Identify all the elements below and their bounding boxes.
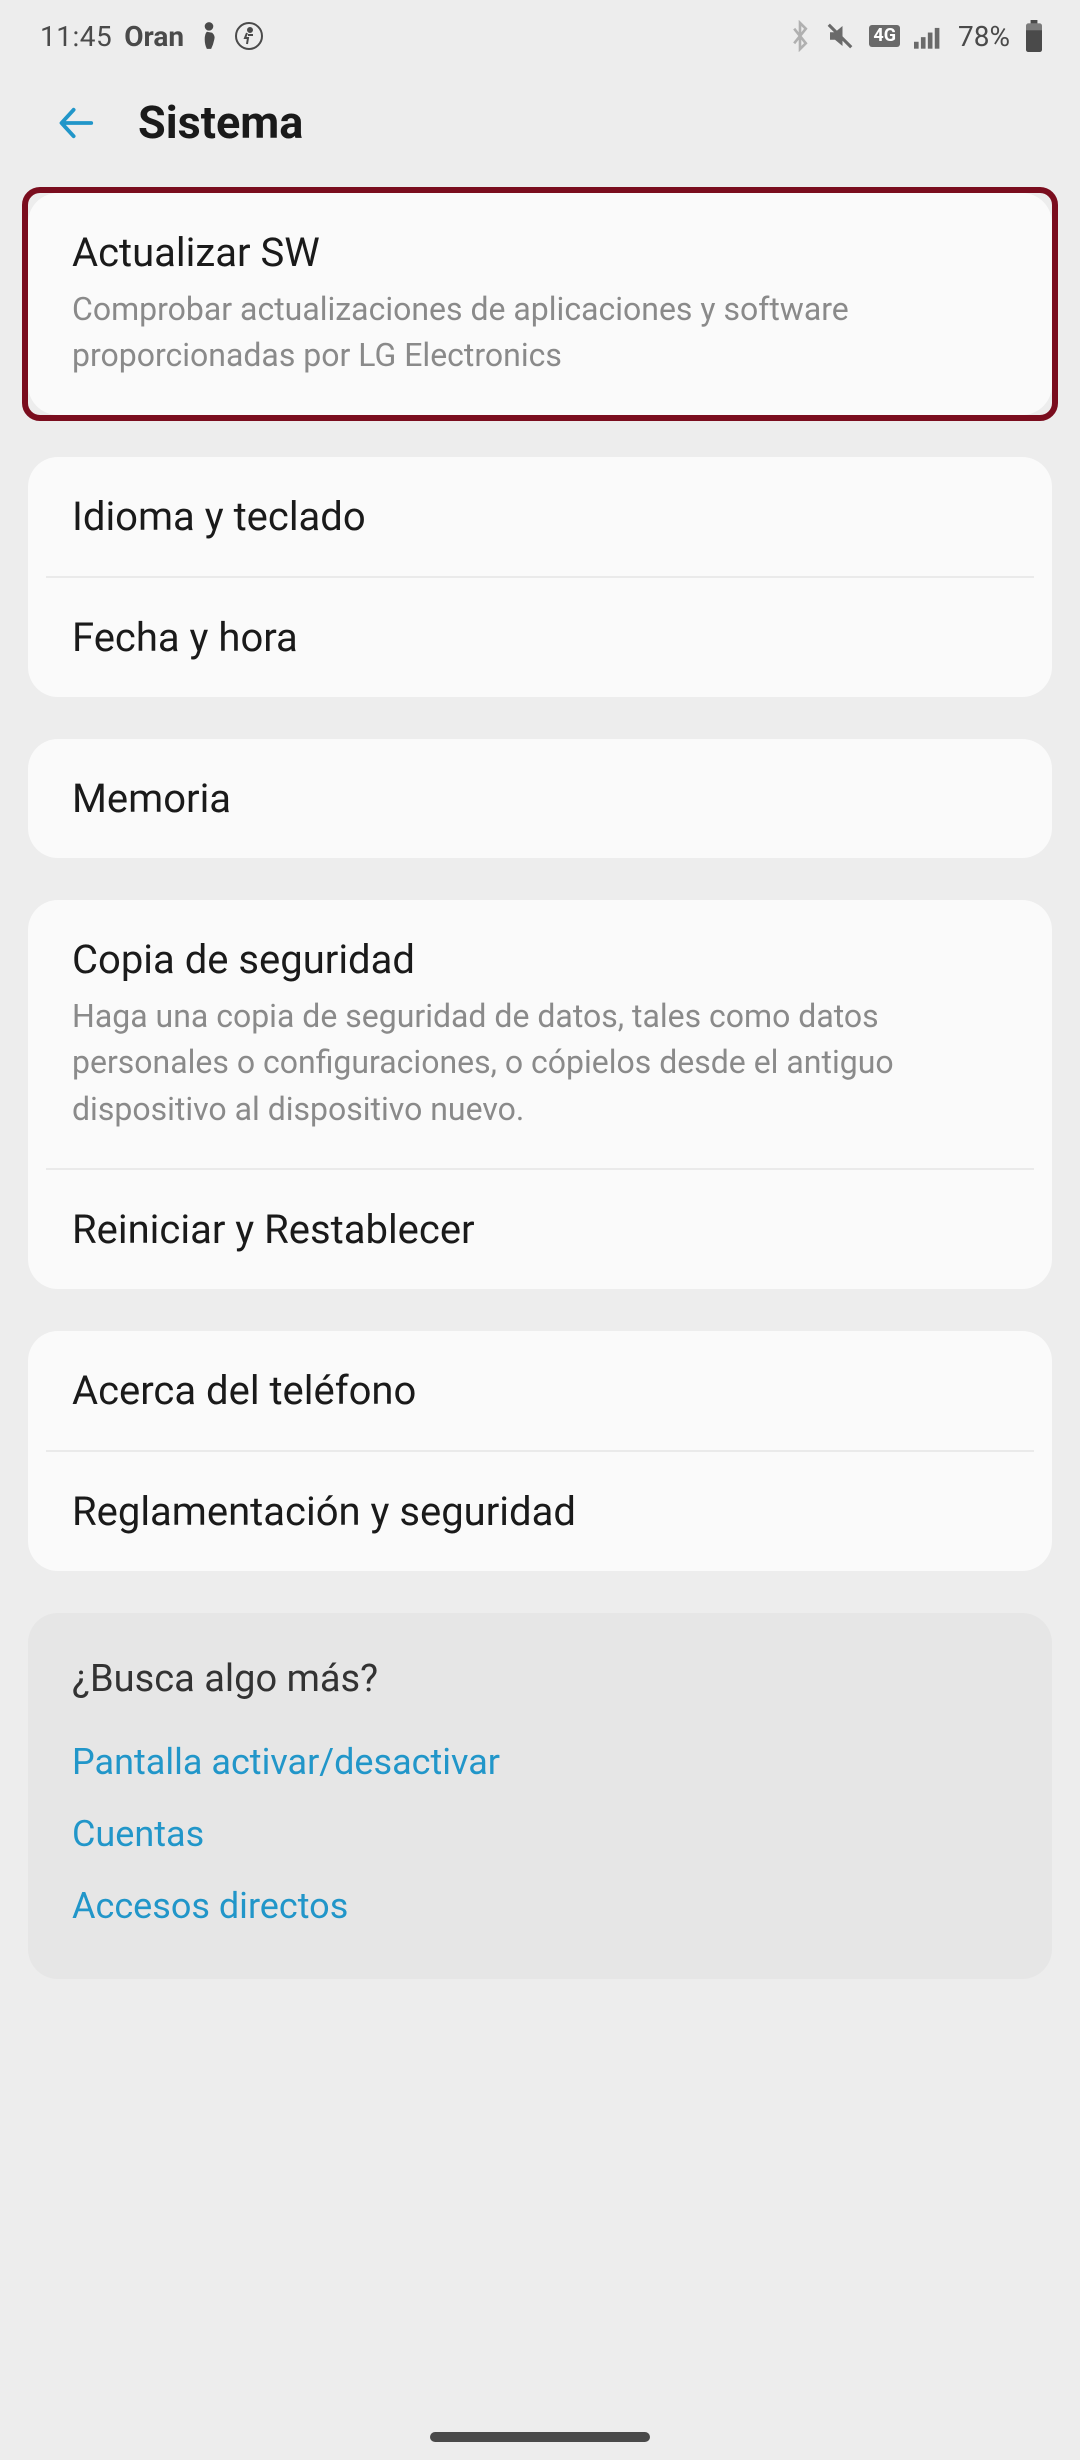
setting-title: Copia de seguridad [72, 936, 1008, 983]
setting-date-time[interactable]: Fecha y hora [28, 578, 1052, 697]
back-icon[interactable] [56, 101, 100, 145]
content-area: Actualizar SW Comprobar actualizaciones … [0, 187, 1080, 1979]
setting-desc: Haga una copia de seguridad de datos, ta… [72, 993, 1008, 1132]
settings-group-2: Memoria [28, 739, 1052, 858]
setting-title: Actualizar SW [72, 229, 1008, 276]
header-bar: Sistema [0, 72, 1080, 193]
battery-percent: 78% [958, 20, 1010, 53]
settings-group-1: Idioma y teclado Fecha y hora [28, 457, 1052, 697]
setting-title: Reiniciar y Restablecer [72, 1206, 1008, 1253]
status-time: 11:45 [40, 20, 112, 53]
setting-regulation-security[interactable]: Reglamentación y seguridad [28, 1452, 1052, 1571]
setting-language-keyboard[interactable]: Idioma y teclado [28, 457, 1052, 576]
setting-title: Acerca del teléfono [72, 1367, 1008, 1414]
status-carrier: Oran [124, 20, 184, 53]
setting-update-sw[interactable]: Actualizar SW Comprobar actualizaciones … [28, 193, 1052, 415]
highlight-frame: Actualizar SW Comprobar actualizaciones … [22, 187, 1058, 421]
setting-title: Idioma y teclado [72, 493, 1008, 540]
status-bar: 11:45 Oran 4G 78% [0, 0, 1080, 72]
running-icon [234, 21, 264, 51]
footer-title: ¿Busca algo más? [72, 1657, 1008, 1701]
setting-desc: Comprobar actualizaciones de aplicacione… [72, 286, 1008, 379]
network-4g-badge: 4G [869, 25, 900, 47]
home-indicator[interactable] [430, 2432, 650, 2442]
setting-title: Fecha y hora [72, 614, 1008, 661]
signal-icon [914, 23, 944, 49]
setting-backup[interactable]: Copia de seguridad Haga una copia de seg… [28, 900, 1052, 1168]
settings-group-0: Actualizar SW Comprobar actualizaciones … [28, 193, 1052, 415]
mute-icon [825, 21, 855, 51]
battery-icon [1024, 20, 1044, 52]
footer-link-screen-toggle[interactable]: Pantalla activar/desactivar [72, 1741, 1008, 1783]
status-right: 4G 78% [789, 20, 1044, 53]
page-title: Sistema [138, 96, 303, 149]
footer-link-shortcuts[interactable]: Accesos directos [72, 1885, 1008, 1927]
setting-title: Reglamentación y seguridad [72, 1488, 1008, 1535]
status-left: 11:45 Oran [40, 20, 264, 53]
pregnant-icon [196, 21, 222, 51]
settings-group-4: Acerca del teléfono Reglamentación y seg… [28, 1331, 1052, 1571]
setting-memory[interactable]: Memoria [28, 739, 1052, 858]
setting-about-phone[interactable]: Acerca del teléfono [28, 1331, 1052, 1450]
setting-title: Memoria [72, 775, 1008, 822]
setting-restart-reset[interactable]: Reiniciar y Restablecer [28, 1170, 1052, 1289]
footer-link-accounts[interactable]: Cuentas [72, 1813, 1008, 1855]
settings-group-3: Copia de seguridad Haga una copia de seg… [28, 900, 1052, 1289]
bluetooth-icon [789, 20, 811, 52]
footer-card: ¿Busca algo más? Pantalla activar/desact… [28, 1613, 1052, 1979]
